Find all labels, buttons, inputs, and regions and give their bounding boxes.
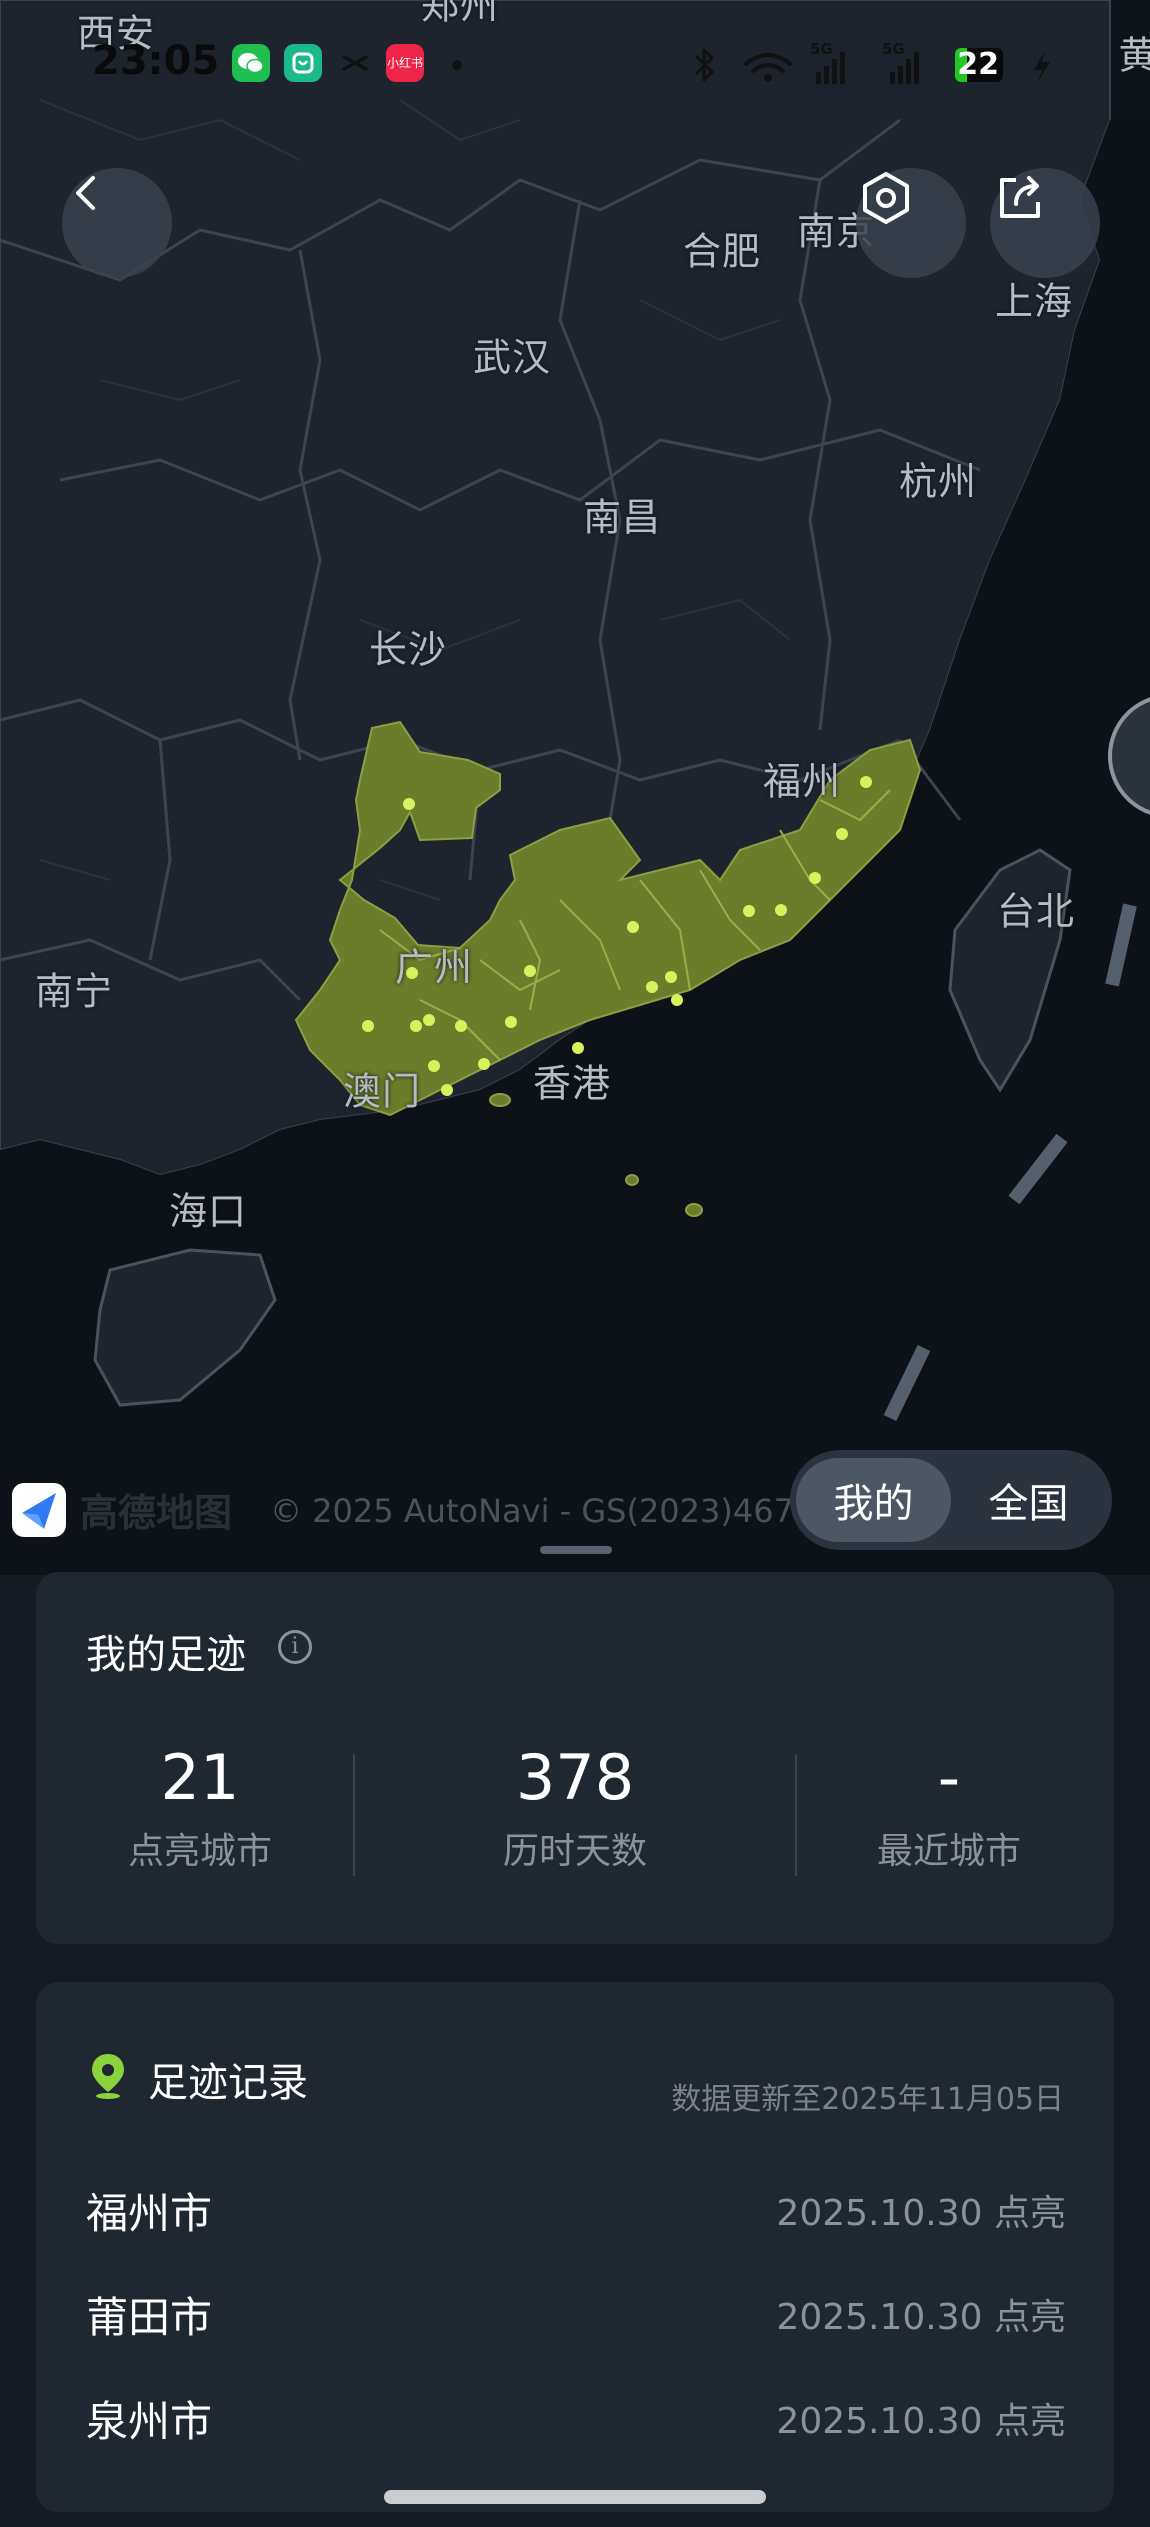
stat-value: 378 <box>515 1741 635 1814</box>
charging-bolt-icon <box>1034 52 1050 82</box>
status-bar: 23:05 小红书 5G 5G 22 <box>0 30 1150 100</box>
city-dot <box>775 904 787 916</box>
stat-label: 历时天数 <box>502 1831 648 1872</box>
city-label-shanghai: 上海 <box>994 279 1074 324</box>
city-label-nanchang: 南昌 <box>582 495 662 540</box>
stat-label: 点亮城市 <box>127 1831 273 1872</box>
toggle-mine[interactable]: 我的 <box>796 1458 951 1542</box>
stat-divider <box>353 1754 355 1876</box>
city-label-fuzhou: 福州 <box>762 759 842 804</box>
map-canvas <box>0 0 1150 1575</box>
toggle-national[interactable]: 全国 <box>951 1458 1106 1542</box>
settings-hexagon-icon <box>863 172 909 224</box>
home-indicator[interactable] <box>384 2490 766 2504</box>
city-dot <box>836 828 848 840</box>
network-5g-label-1: 5G <box>810 40 833 58</box>
records-title: 足迹记录 <box>148 2060 308 2106</box>
city-dot <box>505 1016 517 1028</box>
city-label-hangzhou: 杭州 <box>898 459 978 504</box>
city-label-changsha: 长沙 <box>368 627 448 672</box>
network-5g-label-2: 5G <box>882 40 905 58</box>
record-city: 泉州市 <box>86 2397 213 2446</box>
city-dot <box>646 981 658 993</box>
city-label-nanning: 南宁 <box>34 969 114 1014</box>
sheet-handle[interactable] <box>540 1546 612 1554</box>
city-label-taibei: 台北 <box>996 889 1076 934</box>
wifi-icon <box>744 53 792 73</box>
amap-logo-text: 高德地图 <box>80 1491 233 1535</box>
record-date: 2025.10.30 点亮 <box>776 2193 1066 2234</box>
city-label-wuhan: 武汉 <box>472 335 552 380</box>
city-dot <box>403 798 415 810</box>
xiaohongshu-icon: 小红书 <box>386 44 424 82</box>
footprint-screen: 西安 郑州 合肥 南京 上海 武汉 南昌 杭州 长沙 福州 台北 南宁 广州 澳… <box>0 0 1150 2527</box>
notification-dot <box>452 60 462 70</box>
stat-recent-city: - 最近城市 <box>877 1742 1021 1874</box>
amap-logo-icon <box>12 1482 66 1537</box>
record-row[interactable]: 福州市 2025.10.30 点亮 <box>86 2180 1066 2240</box>
city-dot <box>478 1058 490 1070</box>
city-label-zhengzhou: 郑州 <box>420 0 500 28</box>
stat-lit-cities: 21 点亮城市 <box>128 1742 272 1874</box>
city-dot <box>743 905 755 917</box>
stat-value: - <box>937 1741 961 1814</box>
info-icon[interactable]: i <box>278 1630 312 1664</box>
mi-home-icon <box>284 44 322 82</box>
record-row[interactable]: 莆田市 2025.10.30 点亮 <box>86 2284 1066 2344</box>
settings-button[interactable] <box>856 168 966 278</box>
amap-logo: 高德地图 <box>12 1482 232 1537</box>
city-dot <box>455 1020 467 1032</box>
chevron-left-icon <box>76 176 95 210</box>
city-dot <box>410 1020 422 1032</box>
city-dot <box>860 776 872 788</box>
record-city: 福州市 <box>86 2189 213 2238</box>
city-label-haikou: 海口 <box>168 1189 248 1234</box>
city-label-guangzhou: 广州 <box>394 945 474 990</box>
status-time: 23:05 <box>92 38 220 84</box>
bluetooth-icon <box>694 48 714 82</box>
city-dot <box>441 1084 453 1096</box>
city-dot <box>428 1060 440 1072</box>
city-dot <box>627 921 639 933</box>
record-date: 2025.10.30 点亮 <box>776 2297 1066 2338</box>
location-pin-icon <box>92 2054 124 2099</box>
footprint-map[interactable]: 西安 郑州 合肥 南京 上海 武汉 南昌 杭州 长沙 福州 台北 南宁 广州 澳… <box>0 0 1150 1575</box>
summary-card: 我的足迹 i 21 点亮城市 378 历时天数 - 最近城市 <box>36 1572 1114 1944</box>
share-button[interactable] <box>990 168 1100 278</box>
x-icon <box>336 44 374 82</box>
summary-title: 我的足迹 <box>86 1632 246 1678</box>
records-card: 足迹记录 数据更新至2025年11月05日 福州市 2025.10.30 点亮 … <box>36 1982 1114 2512</box>
city-label-hongkong: 香港 <box>532 1061 612 1106</box>
city-dot <box>524 965 536 977</box>
record-row[interactable]: 泉州市 2025.10.30 点亮 <box>86 2388 1066 2448</box>
record-date: 2025.10.30 点亮 <box>776 2401 1066 2442</box>
city-dot <box>423 1014 435 1026</box>
city-dot <box>809 872 821 884</box>
city-dot <box>671 994 683 1006</box>
city-label-hefei: 合肥 <box>682 229 762 274</box>
stat-divider <box>795 1754 797 1876</box>
city-dot <box>665 971 677 983</box>
city-dot <box>362 1020 374 1032</box>
map-copyright: © 2025 AutoNavi - GS(2023)4677 <box>270 1492 815 1530</box>
battery-indicator: 22 <box>955 48 1003 82</box>
stat-days: 378 历时天数 <box>503 1742 647 1874</box>
wechat-icon <box>232 44 270 82</box>
battery-level: 22 <box>957 47 999 82</box>
stat-value: 21 <box>160 1741 240 1814</box>
city-label-macau: 澳门 <box>342 1069 422 1114</box>
back-button[interactable] <box>62 168 172 278</box>
share-icon <box>1000 176 1040 218</box>
record-city: 莆田市 <box>86 2293 213 2342</box>
stat-label: 最近城市 <box>876 1831 1022 1872</box>
records-updated: 数据更新至2025年11月05日 <box>671 2082 1064 2117</box>
scope-toggle[interactable]: 我的 全国 <box>790 1450 1112 1550</box>
